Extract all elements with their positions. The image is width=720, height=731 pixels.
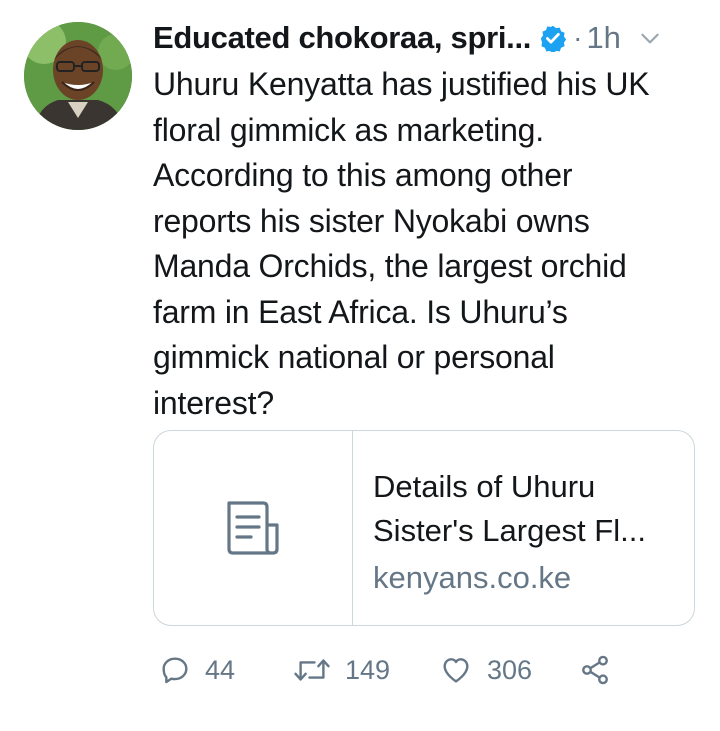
reply-button[interactable]: 44 xyxy=(159,648,235,692)
retweet-button[interactable]: 149 xyxy=(293,648,390,692)
card-title-line: Sister's Largest Fl... xyxy=(373,513,646,548)
link-card[interactable]: Details of Uhuru Sister's Largest Fl... … xyxy=(153,430,695,626)
tweet-text-line: gimmick national or personal xyxy=(153,339,555,375)
card-title-line: Details of Uhuru xyxy=(373,469,596,504)
tweet[interactable]: Educated chokoraa, spri... · 1h Uhuru Ke… xyxy=(0,0,720,731)
tweet-text-line: reports his sister Nyokabi owns xyxy=(153,202,590,239)
avatar[interactable] xyxy=(24,22,132,130)
tweet-text-line: Manda Orchids, the largest orchid xyxy=(153,248,627,284)
avatar-photo xyxy=(24,22,132,130)
retweet-icon xyxy=(294,659,330,681)
tweet-header: Educated chokoraa, spri... · 1h xyxy=(153,14,698,62)
share-button[interactable] xyxy=(579,648,611,692)
card-domain: kenyans.co.ke xyxy=(373,560,572,595)
tweet-text-line: Uhuru Kenyatta has justified his UK xyxy=(153,66,650,102)
reply-count: 44 xyxy=(205,654,236,685)
heart-icon xyxy=(443,658,469,683)
tweet-actions: 44 149 306 xyxy=(153,648,673,692)
timestamp[interactable]: 1h xyxy=(586,20,620,56)
article-icon xyxy=(227,501,279,555)
card-body: Details of Uhuru Sister's Largest Fl... … xyxy=(353,431,694,625)
chevron-down-icon[interactable] xyxy=(637,25,663,51)
share-icon xyxy=(582,655,608,685)
card-thumbnail xyxy=(154,431,353,625)
tweet-text-line: According to this among other xyxy=(153,157,573,193)
verified-badge-icon xyxy=(539,24,567,54)
tweet-text: Uhuru Kenyatta has justified his UK flora… xyxy=(153,62,693,426)
tweet-content: Educated chokoraa, spri... · 1h Uhuru Ke… xyxy=(153,14,698,426)
retweet-count: 149 xyxy=(345,654,391,685)
tweet-text-line: interest? xyxy=(153,384,274,421)
reply-icon xyxy=(162,657,188,684)
tweet-text-line: floral gimmick as marketing. xyxy=(153,111,544,148)
like-button[interactable]: 306 xyxy=(439,648,532,692)
like-count: 306 xyxy=(487,654,533,685)
separator-dot: · xyxy=(573,22,583,53)
display-name[interactable]: Educated chokoraa, spri... xyxy=(153,20,531,56)
tweet-text-line: farm in East Africa. Is Uhuru’s xyxy=(153,293,568,330)
